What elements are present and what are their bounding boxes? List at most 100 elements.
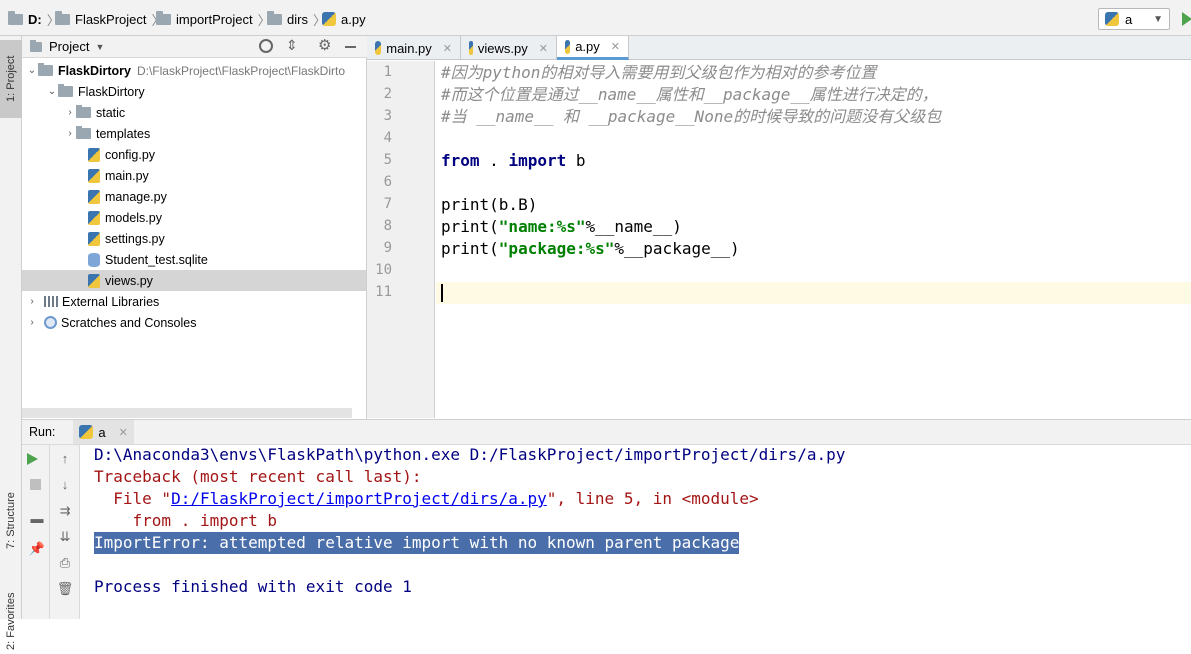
console-text: File " (94, 489, 172, 508)
line-number: 6 (383, 174, 392, 190)
arrow-down-icon[interactable]: ↓ (56, 477, 74, 493)
breadcrumb-importproject[interactable]: importProject 〉 (156, 10, 271, 28)
console-exit-status: Process finished with exit code 1 (94, 577, 412, 596)
line-number: 4 (383, 130, 392, 146)
folder-icon (58, 84, 73, 97)
current-line-highlight (436, 282, 1191, 304)
tree-item-label: Scratches and Consoles (61, 315, 197, 330)
tree-item-root[interactable]: ⌄ FlaskDirtory D:\FlaskProject\FlaskProj… (22, 60, 366, 81)
tree-item-main[interactable]: main.py (22, 165, 366, 186)
string-literal: "package:%s" (498, 239, 615, 258)
tree-item-views[interactable]: views.py (22, 270, 366, 291)
chevron-down-icon[interactable]: ▼ (95, 42, 104, 52)
tree-item-label: static (96, 105, 126, 120)
arrow-up-icon[interactable]: ↑ (56, 451, 74, 467)
python-file-icon (375, 41, 382, 55)
run-configuration-select[interactable]: a ▼ (1098, 8, 1170, 30)
scroll-to-end-icon[interactable]: ⇊ (56, 529, 74, 545)
tree-item-flaskdirtory[interactable]: ⌄ FlaskDirtory (22, 81, 366, 102)
python-file-icon (1105, 12, 1119, 26)
python-file-icon (88, 273, 100, 288)
collapse-all-icon[interactable]: ⇕ (286, 37, 298, 54)
tool-tab-structure[interactable]: 7: Structure (0, 486, 22, 556)
code-text: b (566, 151, 586, 170)
tree-item-sqlite[interactable]: Student_test.sqlite (22, 249, 366, 270)
tab-a-py[interactable]: a.py ✕ (557, 36, 629, 60)
tree-item-label: models.py (105, 210, 162, 225)
close-icon[interactable]: ✕ (611, 40, 620, 53)
text-cursor (441, 284, 443, 302)
breadcrumb-dirs[interactable]: dirs 〉 (267, 10, 326, 28)
line-number: 5 (383, 152, 392, 168)
tree-item-config[interactable]: config.py (22, 144, 366, 165)
run-console-output[interactable]: D:\Anaconda3\envs\FlaskPath\python.exe D… (80, 445, 1191, 619)
tree-item-label: manage.py (105, 189, 167, 204)
folder-icon (76, 105, 91, 118)
tree-item-label: Student_test.sqlite (105, 252, 208, 267)
code-text: print( (441, 239, 499, 258)
tree-item-label: External Libraries (62, 294, 160, 309)
line-number: 2 (383, 86, 392, 102)
line-number-gutter: 1 2 3 4 5 6 7 8 9 10 11 (367, 61, 435, 418)
tree-item-static[interactable]: › static (22, 102, 366, 123)
tree-item-manage[interactable]: manage.py (22, 186, 366, 207)
trash-icon[interactable]: 🗑 (56, 581, 74, 597)
tab-views-py[interactable]: views.py ✕ (461, 36, 557, 60)
code-text: %__package__) (614, 239, 740, 258)
folder-icon (38, 63, 53, 76)
run-label: Run: (29, 425, 56, 439)
folder-icon (156, 10, 171, 25)
chevron-down-icon: ⌄ (47, 86, 57, 97)
project-horizontal-scrollbar[interactable] (22, 408, 352, 418)
tree-item-settings[interactable]: settings.py (22, 228, 366, 249)
tab-main-py[interactable]: main.py ✕ (367, 36, 461, 60)
breadcrumb-label: importProject (176, 11, 253, 27)
line-number: 7 (383, 196, 392, 212)
close-icon[interactable]: ✕ (443, 42, 452, 55)
tree-item-label: FlaskDirtory (58, 63, 131, 78)
tree-item-label: views.py (105, 273, 153, 288)
code-line: print("package:%s"%__package__) (441, 238, 740, 260)
breadcrumb-drive[interactable]: D: 〉 (8, 10, 60, 28)
console-text: ", line 5, in <module> (546, 489, 759, 508)
keyword: import (508, 151, 567, 170)
code-editor[interactable]: #因为python的相对导入需要用到父级包作为相对的参考位置 #而这个位置是通过… (436, 61, 1191, 418)
code-text: %__name__) (585, 217, 682, 236)
left-tool-strip: 1: Project 7: Structure 2: Favorites (0, 36, 22, 650)
layout-icon[interactable]: ▬ (28, 511, 46, 527)
console-file-link[interactable]: D:/FlaskProject/importProject/dirs/a.py (171, 489, 547, 508)
navigation-bar: D: 〉 FlaskProject 〉 importProject 〉 dirs… (0, 0, 1191, 36)
line-number: 11 (375, 284, 392, 300)
tool-tab-project[interactable]: 1: Project (0, 40, 22, 118)
code-text: print( (441, 217, 499, 236)
locate-icon[interactable] (259, 39, 273, 53)
gear-icon[interactable]: ⚙ (318, 36, 331, 54)
run-tool-window-header: Run: a ✕ (22, 419, 1191, 445)
tree-item-templates[interactable]: › templates (22, 123, 366, 144)
line-number: 10 (375, 262, 392, 278)
breadcrumb-flaskproject[interactable]: FlaskProject 〉 (55, 10, 165, 28)
soft-wrap-icon[interactable]: ⇉ (56, 503, 74, 519)
project-panel-title[interactable]: Project (49, 39, 89, 54)
run-tab[interactable]: a ✕ (73, 420, 134, 444)
pin-icon[interactable]: 📌 (28, 541, 46, 557)
tree-item-path: D:\FlaskProject\FlaskProject\FlaskDirto (136, 63, 345, 78)
tab-label: main.py (386, 40, 432, 56)
tree-item-models[interactable]: models.py (22, 207, 366, 228)
chevron-right-icon: › (68, 107, 72, 118)
scratches-icon (44, 316, 57, 329)
tree-item-external-libraries[interactable]: › External Libraries (22, 291, 366, 312)
print-icon[interactable]: ⎙ (56, 555, 74, 571)
stop-icon[interactable] (30, 479, 41, 490)
python-file-icon (88, 210, 100, 225)
tool-tab-favorites[interactable]: 2: Favorites (0, 588, 22, 654)
rerun-icon[interactable] (27, 453, 38, 465)
run-button[interactable] (1182, 12, 1191, 26)
tree-item-scratches[interactable]: › Scratches and Consoles (22, 312, 366, 333)
minimize-icon[interactable] (345, 46, 356, 48)
close-icon[interactable]: ✕ (539, 42, 548, 55)
breadcrumb-file[interactable]: a.py (322, 10, 366, 28)
line-number: 9 (383, 240, 392, 256)
chevron-right-icon: › (30, 317, 34, 328)
close-icon[interactable]: ✕ (119, 426, 128, 439)
